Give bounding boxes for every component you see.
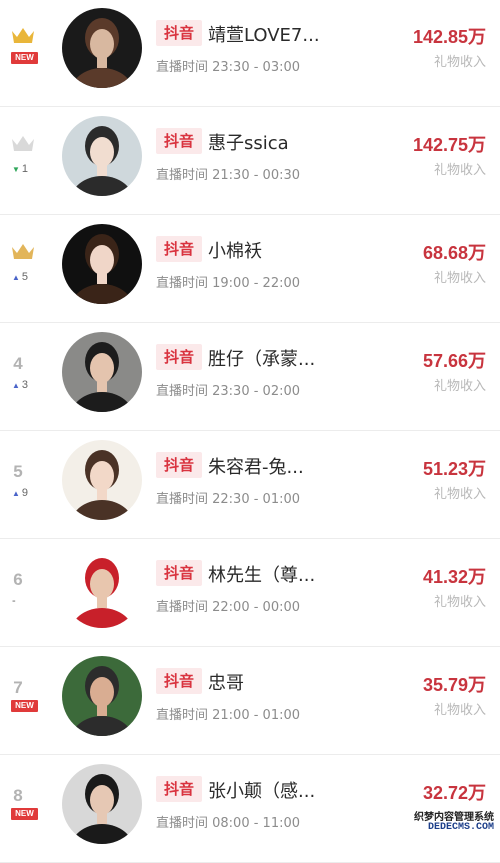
rank-number: 6 <box>13 570 23 589</box>
avatar[interactable] <box>62 224 142 304</box>
rank-column: 4 ▲ 3 <box>8 324 38 430</box>
streamer-name[interactable]: 胜仔（承蒙... <box>208 345 315 371</box>
live-time: 直播时间 08:00 - 11:00 <box>156 816 301 831</box>
platform-tag: 抖音 <box>156 776 203 802</box>
rank-column: NEW <box>8 0 38 106</box>
rank-change-value: - <box>12 595 16 607</box>
rank-column: 6- <box>8 540 38 646</box>
gift-income-label: 礼物收入 <box>433 163 486 178</box>
gift-income-label: 礼物收入 <box>433 703 486 718</box>
live-time: 直播时间 21:30 - 00:30 <box>156 168 301 183</box>
rank-change-value: 1 <box>21 163 29 175</box>
watermark: 织梦内容管理系统 DEDECMS.COM <box>386 808 498 836</box>
rank-change: ▲ 5 <box>12 271 28 283</box>
ranking-row[interactable]: 5 ▲ 9 抖音 朱容君-兔... 直播时间 22:30 - 01:00 51.23万礼物收… <box>0 432 500 539</box>
avatar-image <box>62 548 142 628</box>
rank-column: ▼ 1 <box>8 108 38 214</box>
gift-income-label: 礼物收入 <box>433 487 486 502</box>
avatar[interactable] <box>62 656 142 736</box>
platform-tag: 抖音 <box>156 668 203 694</box>
streamer-name[interactable]: 林先生（尊... <box>208 561 315 587</box>
avatar-image <box>62 332 142 412</box>
gift-income-label: 礼物收入 <box>433 379 486 394</box>
avatar[interactable] <box>62 548 142 628</box>
avatar-image <box>62 440 142 520</box>
rank-change: - <box>12 595 16 607</box>
gift-income-amount: 142.75万 <box>412 135 486 155</box>
avatar-image <box>62 8 142 88</box>
watermark-title: 织梦内容管理系统 <box>414 812 494 823</box>
rank-number: 4 <box>13 354 23 373</box>
ranking-row[interactable]: ▲ 5 抖音 小棉袄直播时间 19:00 - 22:00 68.68万礼物收入 <box>0 216 500 323</box>
rank-change: ▲ 9 <box>12 487 28 499</box>
watermark-domain: DEDECMS.COM <box>427 822 494 833</box>
rank-column: 5 ▲ 9 <box>8 432 38 538</box>
crown-icon <box>12 244 34 259</box>
gift-income-label: 礼物收入 <box>433 595 486 610</box>
rank-column: ▲ 5 <box>8 216 38 322</box>
avatar-image <box>62 116 142 196</box>
live-time: 直播时间 19:00 - 22:00 <box>156 276 301 291</box>
arrow-down-icon: ▼ <box>12 165 20 174</box>
rank-column: 7 NEW <box>8 648 38 754</box>
avatar[interactable] <box>62 764 142 844</box>
platform-tag: 抖音 <box>156 128 203 154</box>
live-time: 直播时间 21:00 - 01:00 <box>156 708 301 723</box>
rank-change-value: 9 <box>21 487 29 499</box>
gift-income-amount: 57.66万 <box>422 351 486 371</box>
avatar-image <box>62 224 142 304</box>
live-time: 直播时间 23:30 - 02:00 <box>156 384 301 399</box>
rank-change-value: 3 <box>21 379 29 391</box>
gift-income-amount: 142.85万 <box>412 27 486 47</box>
ranking-row[interactable]: 6- 抖音 林先生（尊... 直播时间 22:00 - 00:00 41.32万 礼物收入 <box>0 540 500 647</box>
rank-number: 8 <box>13 786 23 805</box>
avatar[interactable] <box>62 332 142 412</box>
platform-tag: 抖音 <box>156 452 203 478</box>
gift-income-label: 礼物收入 <box>433 271 486 286</box>
rank-change-value: 5 <box>21 271 29 283</box>
gift-income-amount: 32.72万 <box>422 783 486 803</box>
arrow-up-icon: ▲ <box>12 273 20 282</box>
new-badge: NEW <box>11 52 38 64</box>
crown-icon <box>12 136 34 151</box>
ranking-row[interactable]: NEW 抖音 靖萱LOVE7... 直播时间 23:30 - 03:00 142.85万… <box>0 0 500 107</box>
ranking-row[interactable]: 4 ▲ 3 抖音 胜仔（承蒙... 直播时间 23:30 - 02:00 57.66万礼物收… <box>0 324 500 431</box>
streamer-name[interactable]: 小棉袄 <box>208 237 262 263</box>
avatar[interactable] <box>62 440 142 520</box>
gift-income-label: 礼物收入 <box>433 55 486 70</box>
avatar-image <box>62 764 142 844</box>
live-time: 直播时间 23:30 - 03:00 <box>156 60 301 75</box>
streamer-name[interactable]: 靖萱LOVE7... <box>208 21 320 47</box>
platform-tag: 抖音 <box>156 560 203 586</box>
gift-income-amount: 41.32万 <box>422 567 486 587</box>
new-badge: NEW <box>11 700 38 712</box>
arrow-up-icon: ▲ <box>12 489 20 498</box>
avatar[interactable] <box>62 116 142 196</box>
streamer-name[interactable]: 朱容君-兔... <box>208 453 304 479</box>
live-time: 直播时间 22:30 - 01:00 <box>156 492 301 507</box>
new-badge: NEW <box>11 808 38 820</box>
streamer-name[interactable]: 惠子ssica <box>208 129 289 155</box>
avatar[interactable] <box>62 8 142 88</box>
live-time: 直播时间 22:00 - 00:00 <box>156 600 301 615</box>
crown-icon <box>12 28 34 43</box>
streamer-name[interactable]: 张小颠（感... <box>208 777 315 803</box>
rank-number: 7 <box>13 678 23 697</box>
platform-tag: 抖音 <box>156 344 203 370</box>
gift-income-amount: 35.79万 <box>422 675 486 695</box>
rank-change: ▲ 3 <box>12 379 28 391</box>
streamer-name[interactable]: 忠哥 <box>208 669 244 695</box>
rank-change: ▼ 1 <box>12 163 28 175</box>
avatar-image <box>62 656 142 736</box>
rank-column: 8 NEW <box>8 756 38 862</box>
platform-tag: 抖音 <box>156 20 203 46</box>
gift-income-amount: 51.23万 <box>422 459 486 479</box>
gift-income-amount: 68.68万 <box>422 243 486 263</box>
ranking-row[interactable]: ▼ 1 抖音 惠子ssica 直播时间 21:30 - 00:30 142.75万礼物收入 <box>0 108 500 215</box>
rank-number: 5 <box>13 462 23 481</box>
arrow-up-icon: ▲ <box>12 381 20 390</box>
ranking-row[interactable]: 7 NEW 抖音 忠哥直播时间 21:00 - 01:00 35.79万礼物收入 <box>0 648 500 755</box>
platform-tag: 抖音 <box>156 236 203 262</box>
